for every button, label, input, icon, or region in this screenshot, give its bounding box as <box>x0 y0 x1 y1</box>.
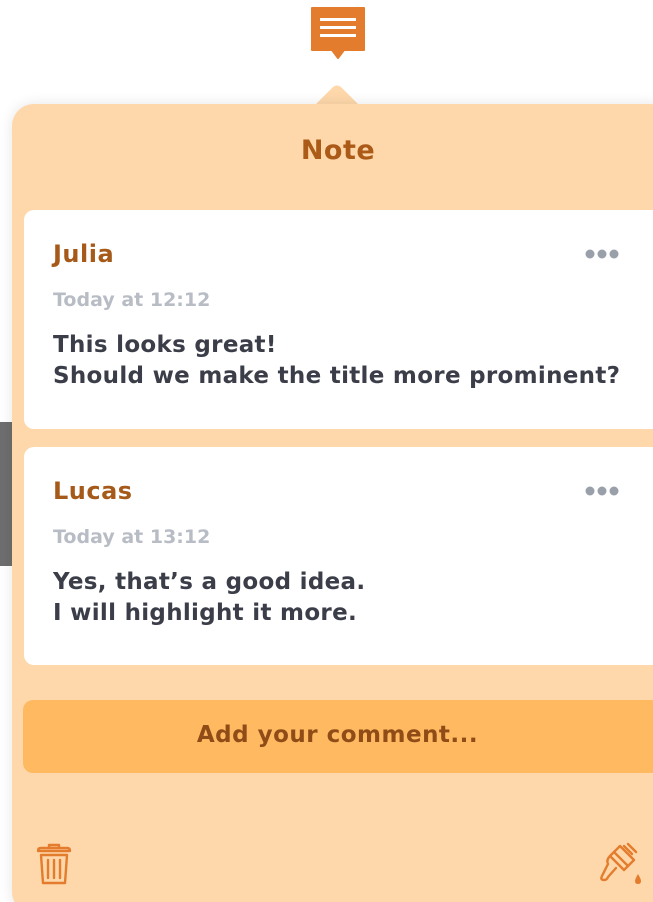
comment-timestamp: Today at 13:12 <box>53 526 211 548</box>
more-options-icon[interactable] <box>584 485 620 497</box>
comment-body: Yes, that’s a good idea. I will highligh… <box>53 567 653 629</box>
add-comment-input[interactable]: Add your comment... <box>23 700 653 773</box>
comment-line: Should we make the title more prominent? <box>53 363 621 389</box>
background-scrollbar-strip <box>0 422 12 566</box>
comment-timestamp: Today at 12:12 <box>53 289 211 311</box>
comment-author: Julia <box>53 240 115 268</box>
comment-line: I will highlight it more. <box>53 600 358 626</box>
comment-author: Lucas <box>53 477 133 505</box>
note-marker-icon[interactable] <box>310 6 366 60</box>
comment-card: Lucas Today at 13:12 Yes, that’s a good … <box>24 447 653 665</box>
comment-body: This looks great! Should we make the tit… <box>53 330 653 392</box>
comment-line: Yes, that’s a good idea. <box>53 569 366 595</box>
popover-title: Note <box>300 135 376 166</box>
more-options-icon[interactable] <box>584 248 620 260</box>
add-comment-placeholder: Add your comment... <box>196 722 479 748</box>
comment-line: This looks great! <box>53 332 277 358</box>
paint-brush-icon[interactable] <box>598 842 644 886</box>
comment-card: Julia Today at 12:12 This looks great! S… <box>24 210 653 429</box>
note-page: Note Julia Today at 12:12 This looks gre… <box>0 0 653 902</box>
trash-icon[interactable] <box>36 843 72 885</box>
